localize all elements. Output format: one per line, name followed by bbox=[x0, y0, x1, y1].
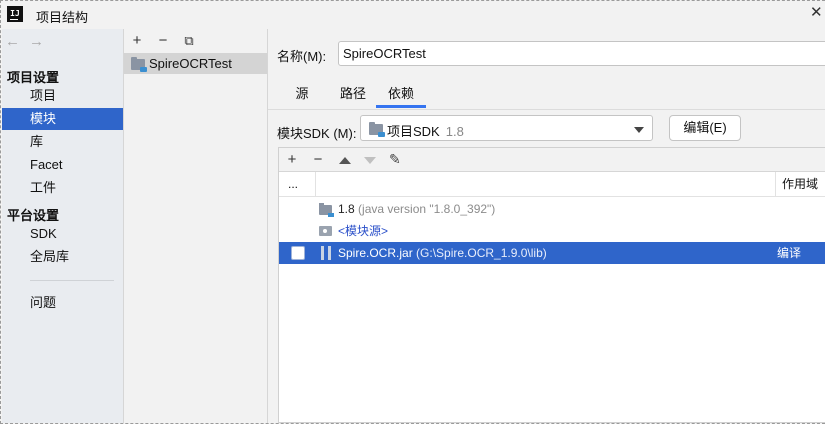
add-dependency-button[interactable]: + bbox=[283, 151, 301, 169]
sidebar-item-modules[interactable]: 模块 bbox=[2, 108, 123, 130]
module-name: SpireOCRTest bbox=[149, 56, 232, 71]
scope-column-header[interactable]: 作用域 bbox=[782, 172, 818, 196]
sidebar-item-libraries[interactable]: 库 bbox=[2, 131, 123, 153]
tab-paths[interactable]: 路径 bbox=[335, 84, 371, 108]
remove-dependency-button[interactable]: − bbox=[309, 151, 327, 169]
table-row[interactable]: 1.8 (java version "1.8.0_392") bbox=[279, 198, 825, 220]
sdk-folder-icon bbox=[369, 122, 385, 137]
forward-arrow-icon[interactable]: → bbox=[29, 34, 49, 49]
module-name-field[interactable]: SpireOCRTest bbox=[338, 41, 825, 66]
dependency-name: Spire.OCR.jar (G:\Spire.OCR_1.9.0\lib) bbox=[338, 246, 547, 260]
copy-module-button[interactable]: ⧉ bbox=[180, 32, 198, 50]
dependency-name: 1.8 (java version "1.8.0_392") bbox=[338, 202, 496, 216]
jar-icon bbox=[321, 246, 331, 260]
export-checkbox[interactable] bbox=[291, 246, 305, 260]
sidebar-item-artifacts[interactable]: 工件 bbox=[2, 177, 123, 199]
dependencies-table: + − ✎ ... 作用域 1.8 (java version "1.8.0_3… bbox=[278, 147, 825, 423]
project-structure-window: IJ 项目结构 ✕ ← → 项目设置 项目 模块 库 Facet 工件 平台设置 … bbox=[0, 0, 825, 424]
sidebar-divider bbox=[30, 280, 114, 281]
settings-sidebar: ← → 项目设置 项目 模块 库 Facet 工件 平台设置 SDK 全局库 问题 bbox=[2, 29, 124, 423]
module-settings-panel: 名称(M): SpireOCRTest 源 路径 依赖 模块SDK (M): 项… bbox=[268, 29, 825, 423]
nav-history: ← → bbox=[5, 34, 53, 51]
tab-dependencies[interactable]: 依赖 bbox=[376, 84, 426, 108]
sdk-value: 项目SDK 1.8 bbox=[387, 124, 464, 139]
module-list-item[interactable]: SpireOCRTest bbox=[124, 53, 267, 74]
move-up-icon[interactable] bbox=[339, 157, 351, 164]
edit-sdk-button[interactable]: 编辑(E) bbox=[669, 115, 741, 141]
section-platform-settings: 平台设置 bbox=[7, 208, 60, 223]
back-arrow-icon[interactable]: ← bbox=[5, 34, 25, 49]
dependency-name: <模块源> bbox=[338, 224, 389, 238]
dependency-scope[interactable]: 编译 bbox=[777, 242, 801, 264]
table-row[interactable]: <模块源> bbox=[279, 220, 825, 242]
export-column-header[interactable]: ... bbox=[288, 172, 298, 196]
module-sdk-label: 模块SDK (M): bbox=[277, 126, 357, 141]
tab-sources[interactable]: 源 bbox=[287, 84, 317, 108]
close-icon[interactable]: ✕ bbox=[810, 4, 824, 22]
remove-module-button[interactable]: − bbox=[154, 32, 172, 50]
module-toolbar: + − ⧉ bbox=[124, 29, 267, 53]
edit-pencil-icon[interactable]: ✎ bbox=[389, 151, 401, 168]
section-project-settings: 项目设置 bbox=[7, 70, 60, 85]
jdk-folder-icon bbox=[319, 203, 334, 217]
sidebar-item-facet[interactable]: Facet bbox=[2, 154, 123, 176]
table-row[interactable]: Spire.OCR.jar (G:\Spire.OCR_1.9.0\lib) 编… bbox=[279, 242, 825, 264]
name-label: 名称(M): bbox=[277, 49, 327, 64]
sidebar-item-problems[interactable]: 问题 bbox=[2, 292, 123, 314]
sidebar-item-project[interactable]: 项目 bbox=[2, 85, 123, 107]
module-source-icon bbox=[319, 226, 332, 236]
add-module-button[interactable]: + bbox=[128, 32, 146, 50]
dependencies-header: ... 作用域 bbox=[279, 172, 825, 197]
move-down-icon[interactable] bbox=[364, 157, 376, 164]
sidebar-item-global-libraries[interactable]: 全局库 bbox=[2, 246, 123, 268]
dependencies-toolbar: + − ✎ bbox=[279, 148, 825, 172]
intellij-app-icon: IJ bbox=[7, 6, 23, 22]
sidebar-item-sdk[interactable]: SDK bbox=[2, 223, 123, 245]
tab-divider bbox=[268, 109, 825, 110]
title-bar: IJ 项目结构 ✕ bbox=[1, 1, 825, 29]
module-list-panel: + − ⧉ SpireOCRTest bbox=[124, 29, 268, 423]
sdk-version: 1.8 bbox=[445, 124, 464, 139]
module-sdk-dropdown[interactable]: 项目SDK 1.8 bbox=[360, 115, 653, 141]
chevron-down-icon bbox=[634, 127, 644, 133]
module-folder-icon bbox=[131, 57, 147, 72]
window-title: 项目结构 bbox=[36, 10, 89, 25]
